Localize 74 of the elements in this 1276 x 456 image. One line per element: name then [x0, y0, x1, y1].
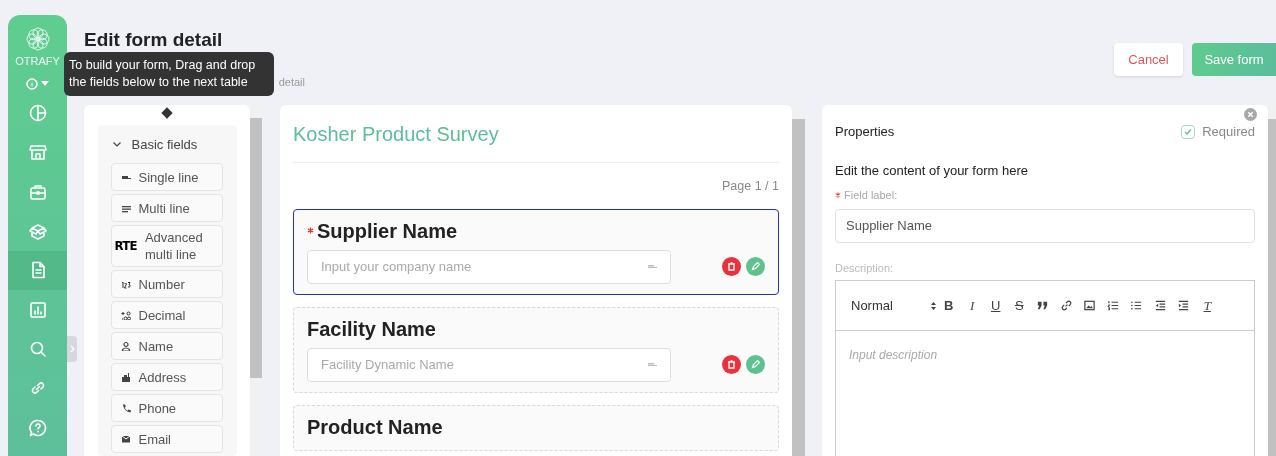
rte-label: RTE — [114, 237, 137, 256]
multi-field-icon — [120, 203, 131, 213]
store-icon — [27, 142, 48, 163]
tooltip-pointer — [161, 107, 173, 119]
help-icon — [27, 417, 48, 438]
strike-button[interactable]: S — [1007, 295, 1031, 316]
bullet-list-icon — [1130, 299, 1144, 312]
collapse-handle[interactable] — [67, 336, 77, 362]
info-icon — [26, 77, 38, 90]
help-menu-button[interactable] — [26, 75, 49, 92]
clear-button[interactable]: T — [1195, 295, 1219, 316]
edit-button[interactable] — [746, 355, 765, 375]
cancel-button[interactable]: Cancel — [1114, 43, 1183, 76]
close-icon[interactable] — [1244, 108, 1257, 121]
page-title: Edit form detail — [84, 28, 223, 52]
bold-button[interactable]: B — [937, 295, 961, 316]
edit-button[interactable] — [746, 257, 765, 277]
field-type-item[interactable]: Email — [110, 425, 223, 453]
numbered-list-icon — [1106, 299, 1120, 312]
required-checkbox[interactable]: Required — [1181, 122, 1255, 142]
italic-button[interactable]: I — [960, 295, 984, 316]
phone-field-icon — [120, 403, 131, 413]
outdent-icon — [1153, 299, 1167, 312]
field-label: Description: — [835, 260, 895, 276]
box-icon — [27, 221, 48, 242]
indent-icon — [1177, 299, 1191, 312]
field-label: Facility Name — [307, 316, 436, 342]
form-field-card[interactable]: Facility Name Facility Dynamic Name — [293, 306, 779, 393]
field-type-item[interactable]: Decimal — [110, 301, 223, 329]
page-indicator: Page 1 / 1 — [721, 178, 779, 195]
section-header[interactable]: Basic fields — [111, 134, 224, 154]
field-type-item[interactable]: Phone — [110, 394, 223, 422]
format-dropdown[interactable]: Normal — [851, 295, 937, 316]
building-field-icon — [120, 372, 131, 382]
link-icon — [1059, 299, 1073, 312]
image-icon — [1083, 299, 1097, 312]
field-label: Product Name — [307, 414, 443, 440]
report-icon — [27, 299, 48, 320]
chart-icon — [27, 103, 48, 124]
check-icon — [1183, 126, 1194, 137]
delete-button[interactable] — [722, 355, 741, 375]
text-lines-icon — [648, 263, 657, 270]
mail-field-icon — [120, 434, 131, 444]
underline-button[interactable]: U — [984, 295, 1008, 316]
number-field-icon — [120, 279, 131, 289]
form-field-card[interactable]: Product Name — [293, 404, 779, 451]
caret-icon — [41, 80, 49, 87]
logo-icon — [25, 27, 50, 51]
label-input[interactable]: Supplier Name — [835, 208, 1255, 243]
brand-name: OTRAFY — [15, 54, 60, 69]
tooltip-text: To build your form, Drag and drop the fields below to the next table — [69, 57, 257, 91]
person-field-icon — [120, 341, 131, 351]
trash-icon — [727, 262, 736, 272]
section-heading: Edit the content of your form here — [835, 161, 1029, 180]
field-type-item[interactable]: Number — [110, 270, 223, 298]
page-subtitle: detail — [278, 74, 305, 90]
pencil-icon — [751, 262, 760, 272]
text-lines-icon — [648, 361, 657, 368]
pencil-icon — [751, 360, 760, 370]
delete-button[interactable] — [722, 257, 741, 277]
field-type-item[interactable]: Single line — [110, 163, 223, 191]
decimal-field-icon — [120, 310, 131, 320]
trash-icon — [727, 360, 736, 370]
field-type-item[interactable]: Name — [110, 332, 223, 360]
form-title: Kosher Product Survey — [293, 119, 779, 163]
nav-item[interactable] — [8, 250, 67, 290]
quote-icon — [1036, 299, 1050, 312]
field-label: Field label: — [844, 188, 898, 203]
sort-icon — [930, 300, 937, 311]
field-type-item[interactable]: Multi line — [110, 194, 223, 222]
panel-title: Properties — [835, 123, 895, 141]
field-type-item[interactable]: Address — [110, 363, 223, 391]
form-field-card[interactable]: Supplier Name Input your company name — [293, 208, 779, 295]
field-label: Supplier Name — [317, 218, 458, 244]
